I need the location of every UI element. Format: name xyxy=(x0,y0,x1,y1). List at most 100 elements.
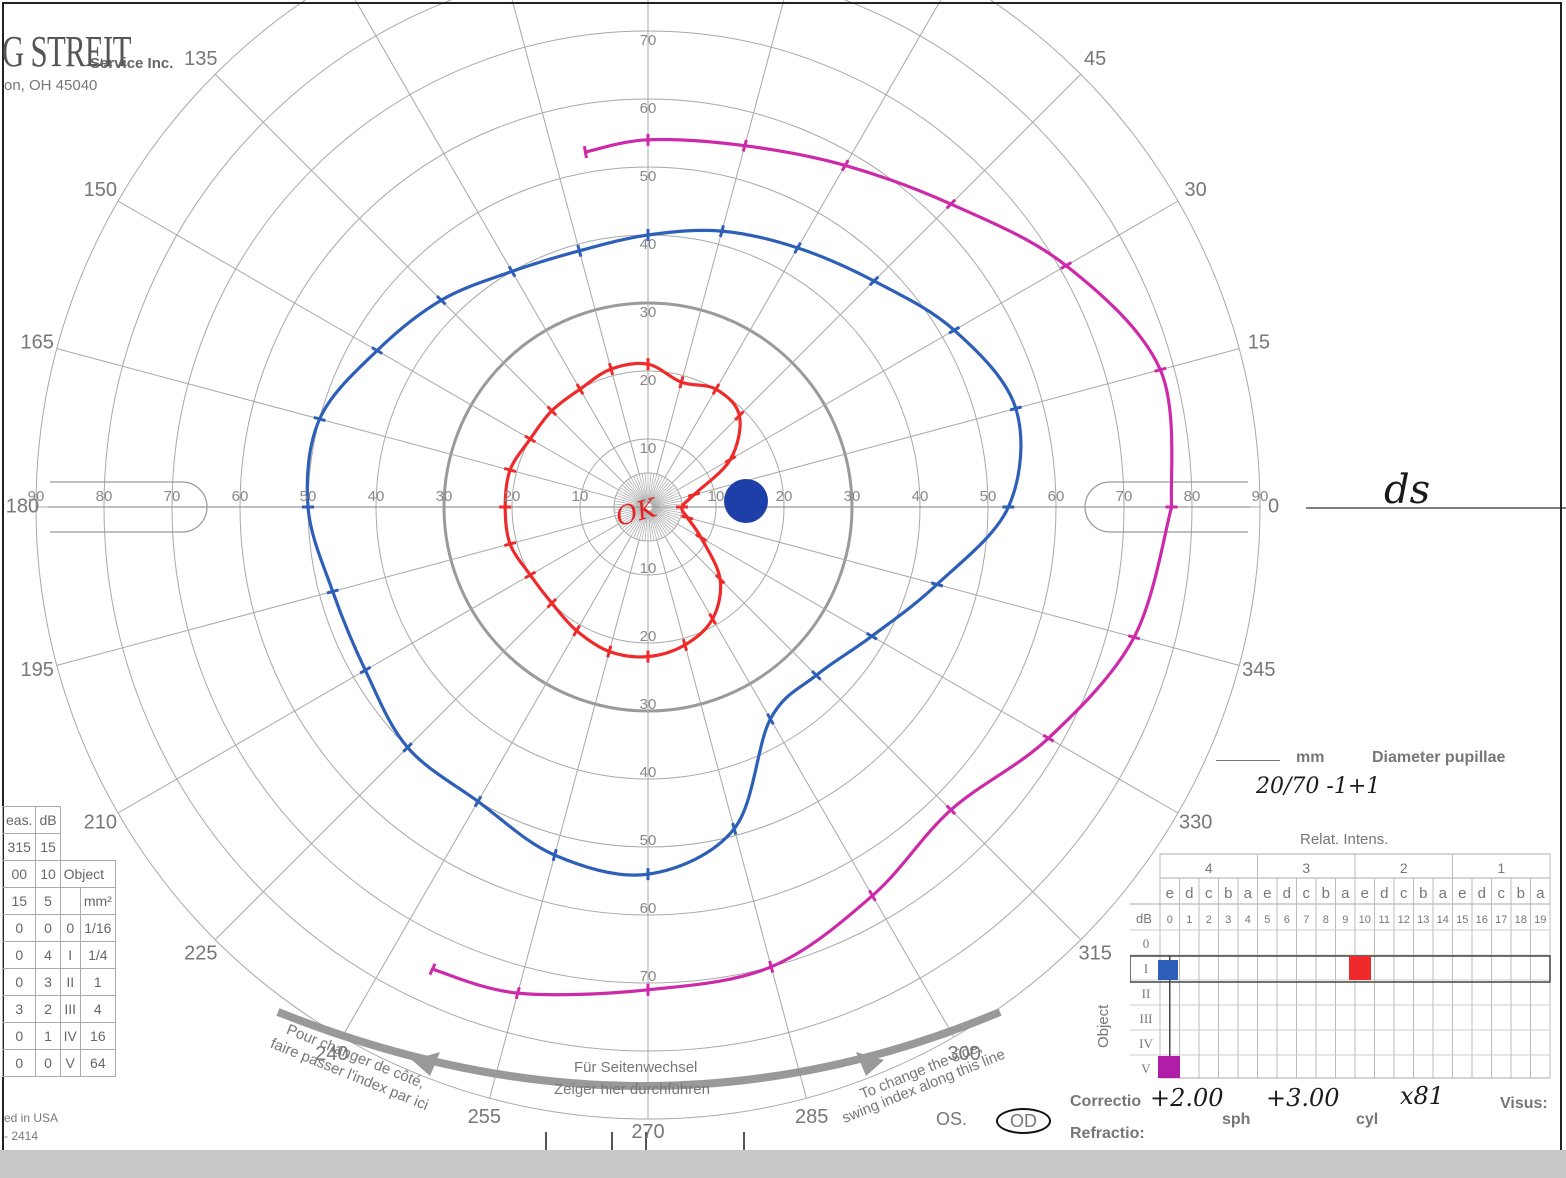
filter-letter: d xyxy=(1478,885,1486,902)
legend-head-meas: eas. xyxy=(1,806,37,834)
legend-cell: 1/4 xyxy=(79,941,116,969)
meridian-120 xyxy=(354,0,632,478)
isopter-point xyxy=(582,145,588,159)
cyl-value: +3.00 xyxy=(1266,1084,1340,1112)
isopter-point xyxy=(930,581,944,588)
db-value: 4 xyxy=(1245,914,1251,926)
radial-label: 60 xyxy=(1048,488,1065,505)
legend-cell: 0 xyxy=(35,1049,61,1077)
radial-label: 20 xyxy=(776,488,793,505)
db-value: 17 xyxy=(1495,914,1507,926)
radial-label: 50 xyxy=(640,832,657,849)
radial-label: 10 xyxy=(640,560,657,577)
isopter-2 xyxy=(583,137,1174,509)
meridian-label: 225 xyxy=(184,942,217,964)
meridian-label: 150 xyxy=(84,179,117,201)
correctio-label: Correctio xyxy=(1070,1093,1142,1110)
isopter-point xyxy=(551,848,558,862)
legend-cell: 0 xyxy=(1,1022,37,1050)
isopter-point xyxy=(1009,405,1023,412)
isopter-point xyxy=(768,960,775,973)
pupil-mm-label: mm xyxy=(1296,749,1325,766)
red-stimulus-mark xyxy=(1349,956,1371,980)
isopter-point xyxy=(514,986,521,1000)
filter-letter: c xyxy=(1400,885,1408,902)
filter-letter: e xyxy=(1263,885,1271,902)
cyl-label: cyl xyxy=(1356,1111,1379,1128)
radial-label: 40 xyxy=(912,488,929,505)
filter-letter: a xyxy=(1341,885,1350,902)
legend-cell: IV xyxy=(59,1022,81,1050)
legend-cell: 0 xyxy=(1,914,37,942)
pupil-mm-line xyxy=(1216,760,1280,761)
relat-intens-title: Relat. Intens. xyxy=(1300,831,1389,848)
filter-letter: e xyxy=(1361,885,1369,902)
side-change-german-2: Zeiger hier durchführen xyxy=(554,1081,710,1098)
radial-label: 80 xyxy=(1184,488,1201,505)
refractio-label: Refractio: xyxy=(1070,1125,1145,1142)
meridian-label: 0 xyxy=(1268,495,1279,517)
meridian-60 xyxy=(664,0,942,478)
intensity-group-label: 2 xyxy=(1400,860,1408,876)
legend-cell: 5 xyxy=(35,887,61,915)
legend-head-db: dB xyxy=(35,806,61,834)
filter-letter: d xyxy=(1283,885,1291,902)
legend-cell: 1 xyxy=(79,968,116,996)
magenta-stimulus-mark xyxy=(1158,1056,1180,1078)
isopter-point xyxy=(687,491,701,498)
filter-letter: d xyxy=(1185,885,1193,902)
filter-letter: b xyxy=(1419,885,1427,902)
radial-label: 20 xyxy=(504,488,521,505)
radial-label: 20 xyxy=(640,372,657,389)
meridian-label: 315 xyxy=(1078,942,1111,964)
radial-label: 50 xyxy=(640,168,657,185)
object-row-label: III xyxy=(1140,1011,1153,1026)
pupil-label: Diameter pupillae xyxy=(1372,749,1506,766)
form-number: - 2414 xyxy=(4,1129,39,1143)
isopter-point xyxy=(718,224,725,238)
db-value: 19 xyxy=(1534,914,1546,926)
radial-label: 10 xyxy=(708,488,725,505)
selected-object-row xyxy=(1130,955,1551,983)
isopter-point xyxy=(313,415,326,423)
isopter-point xyxy=(326,588,339,595)
db-value: 15 xyxy=(1456,914,1468,926)
object-row-label: I xyxy=(1144,961,1148,976)
legend-cell: 4 xyxy=(35,941,61,969)
meridian-label: 30 xyxy=(1185,179,1207,201)
isopter-point xyxy=(503,540,517,547)
legend-cell: 10 xyxy=(35,860,61,888)
meridian-240 xyxy=(341,536,632,1038)
db-value: 3 xyxy=(1225,914,1231,926)
isopter-3 xyxy=(430,505,1174,997)
grid-labels: 0153045607590105120135150165180195210225… xyxy=(6,32,1279,1143)
radial-label: 40 xyxy=(640,764,657,781)
legend-cell: 0 xyxy=(35,914,61,942)
db-value: 7 xyxy=(1303,914,1309,926)
object-row-label: V xyxy=(1141,1061,1151,1076)
isopter-point xyxy=(678,376,685,389)
blue-stimulus-mark xyxy=(1158,960,1178,980)
filter-letter: a xyxy=(1536,885,1545,902)
sph-value: +2.00 xyxy=(1150,1084,1224,1112)
radial-label: 20 xyxy=(640,628,657,645)
db-value: 2 xyxy=(1206,914,1212,926)
meridian-label: 330 xyxy=(1179,811,1212,833)
legend-cell: V xyxy=(59,1049,81,1077)
meridian-315 xyxy=(671,530,1082,941)
filter-letter: a xyxy=(1439,885,1448,902)
legend-object-head: Object xyxy=(59,860,116,888)
meridian-label: 255 xyxy=(468,1106,501,1128)
legend-mm2-head: mm² xyxy=(79,887,116,915)
db-value: 13 xyxy=(1417,914,1429,926)
radial-label: 30 xyxy=(640,696,657,713)
meridian-label: 285 xyxy=(795,1106,828,1128)
od-label-circled: OD xyxy=(996,1108,1051,1134)
db-value: 16 xyxy=(1476,914,1488,926)
isopter-point xyxy=(503,467,517,474)
meridian-label: 345 xyxy=(1242,659,1275,681)
intensity-group-label: 1 xyxy=(1497,860,1505,876)
radial-label: 50 xyxy=(980,488,997,505)
filter-letter: c xyxy=(1303,885,1311,902)
object-row-label: II xyxy=(1142,986,1151,1001)
